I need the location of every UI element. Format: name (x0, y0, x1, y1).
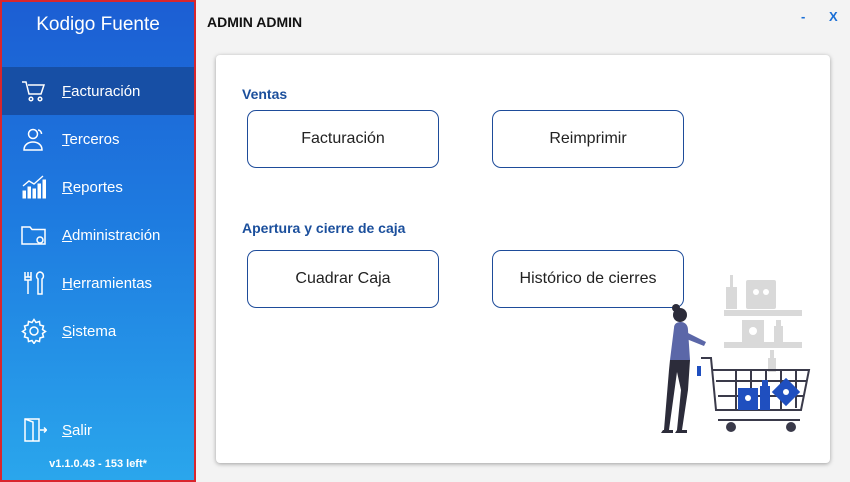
exit-door-icon (20, 416, 48, 444)
users-icon (20, 125, 48, 153)
cart-icon (20, 77, 48, 105)
brand-title: Kodigo Fuente (36, 14, 160, 35)
gear-icon (20, 317, 48, 345)
sidebar-item-label: Reportes (62, 178, 123, 196)
close-button[interactable]: X (829, 9, 838, 24)
facturacion-button[interactable]: Facturación (247, 110, 439, 168)
version-label: v1.1.0.43 - 153 left* (49, 458, 147, 470)
tools-icon (20, 269, 48, 297)
chart-icon (20, 173, 48, 201)
exit-label: Salir (62, 421, 93, 439)
cuadrar-caja-button[interactable]: Cuadrar Caja (247, 250, 439, 308)
sidebar-item-administracion[interactable]: Administración (2, 211, 194, 259)
folder-icon (20, 221, 48, 249)
section-title-caja: Apertura y cierre de caja (242, 220, 406, 236)
sidebar-item-facturacion[interactable]: Facturación (2, 67, 194, 115)
minimize-button[interactable]: - (801, 9, 805, 24)
sidebar-item-label: Sistema (62, 322, 117, 340)
reimprimir-button[interactable]: Reimprimir (492, 110, 684, 168)
sidebar-item-reportes[interactable]: Reportes (2, 163, 194, 211)
sidebar-item-label: Administración (62, 226, 161, 244)
sidebar-item-label: Facturación (62, 82, 141, 100)
shopping-cart-illustration (646, 270, 816, 455)
sidebar-item-sistema[interactable]: Sistema (2, 307, 194, 355)
main-panel: Ventas Facturación Reimprimir Apertura y… (216, 55, 830, 463)
sidebar-item-terceros[interactable]: Terceros (2, 115, 194, 163)
sidebar-item-herramientas[interactable]: Herramientas (2, 259, 194, 307)
page-title: ADMIN ADMIN (207, 14, 303, 30)
sidebar-item-label: Herramientas (62, 274, 153, 292)
sidebar: Kodigo Fuente Facturación Terceros Repor… (0, 0, 196, 482)
exit-button[interactable]: Salir (2, 406, 194, 454)
section-title-ventas: Ventas (242, 86, 288, 102)
sidebar-item-label: Terceros (62, 130, 120, 148)
